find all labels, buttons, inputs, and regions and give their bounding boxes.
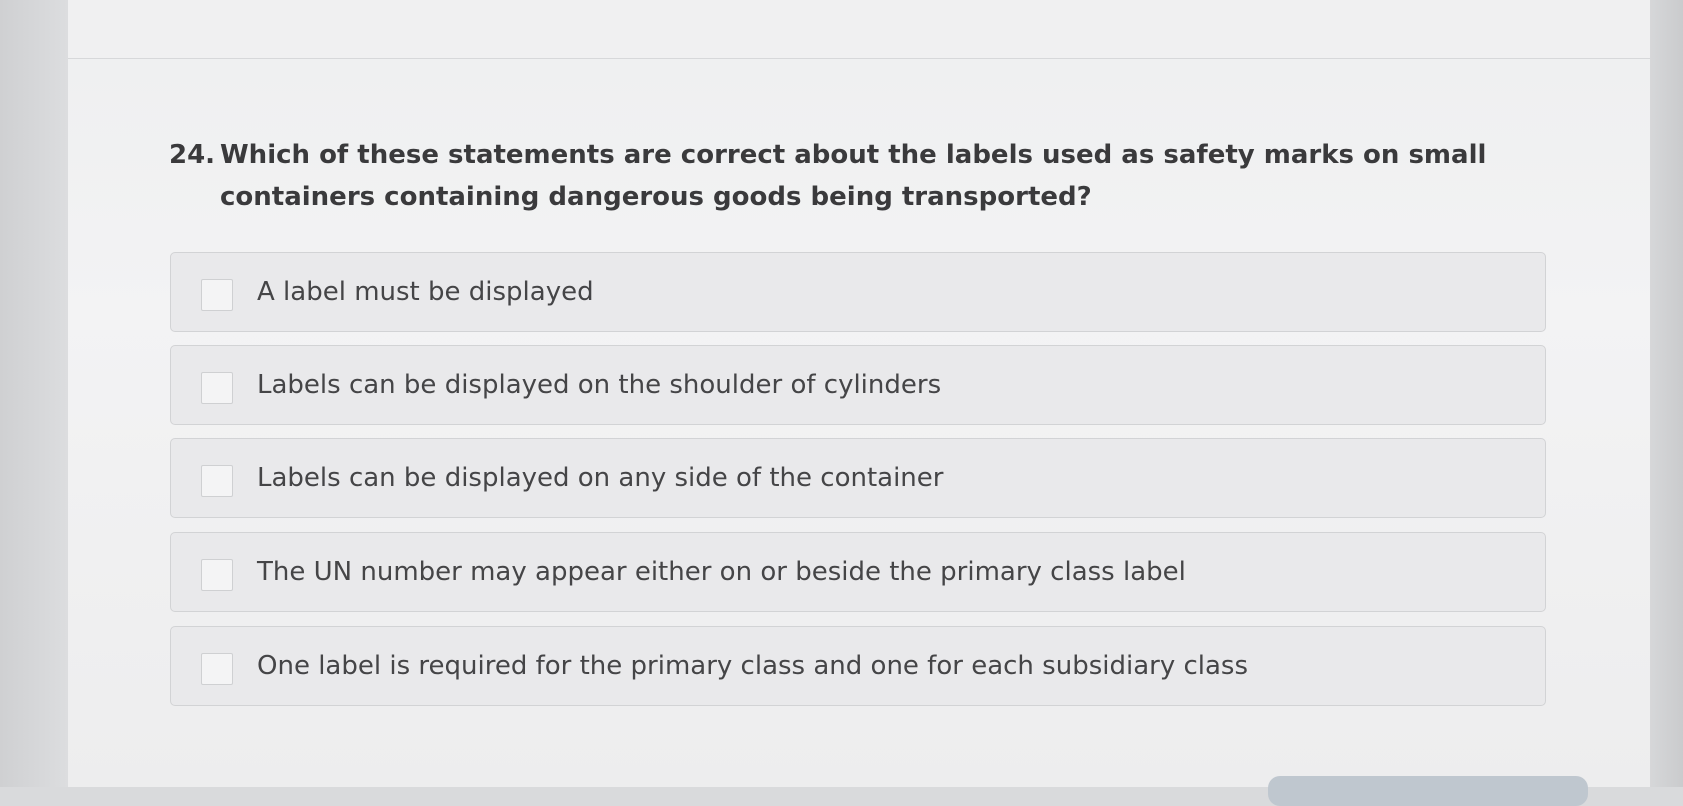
- question-number: 24.: [169, 140, 216, 170]
- left-background: [0, 0, 68, 787]
- checkbox-option-1[interactable]: [201, 279, 233, 311]
- answer-option-label: One label is required for the primary cl…: [257, 651, 1249, 681]
- partial-next-button[interactable]: [1268, 776, 1588, 806]
- answer-option-2[interactable]: Labels can be displayed on the shoulder …: [170, 345, 1546, 425]
- checkbox-option-2[interactable]: [201, 372, 233, 404]
- right-background: [1650, 0, 1683, 787]
- checkbox-option-4[interactable]: [201, 559, 233, 591]
- checkbox-option-3[interactable]: [201, 465, 233, 497]
- answer-option-3[interactable]: Labels can be displayed on any side of t…: [170, 438, 1546, 518]
- answer-option-5[interactable]: One label is required for the primary cl…: [170, 626, 1546, 706]
- answer-option-label: The UN number may appear either on or be…: [257, 557, 1186, 587]
- answer-option-1[interactable]: A label must be displayed: [170, 252, 1546, 332]
- question-text: Which of these statements are correct ab…: [220, 140, 1487, 212]
- checkbox-option-5[interactable]: [201, 653, 233, 685]
- answer-option-label: Labels can be displayed on the shoulder …: [257, 370, 942, 400]
- answer-option-label: A label must be displayed: [257, 277, 594, 307]
- question-panel: 24. Which of these statements are correc…: [68, 0, 1650, 806]
- previous-section-strip: [68, 0, 1650, 59]
- answer-option-label: Labels can be displayed on any side of t…: [257, 463, 944, 493]
- answer-option-4[interactable]: The UN number may appear either on or be…: [170, 532, 1546, 612]
